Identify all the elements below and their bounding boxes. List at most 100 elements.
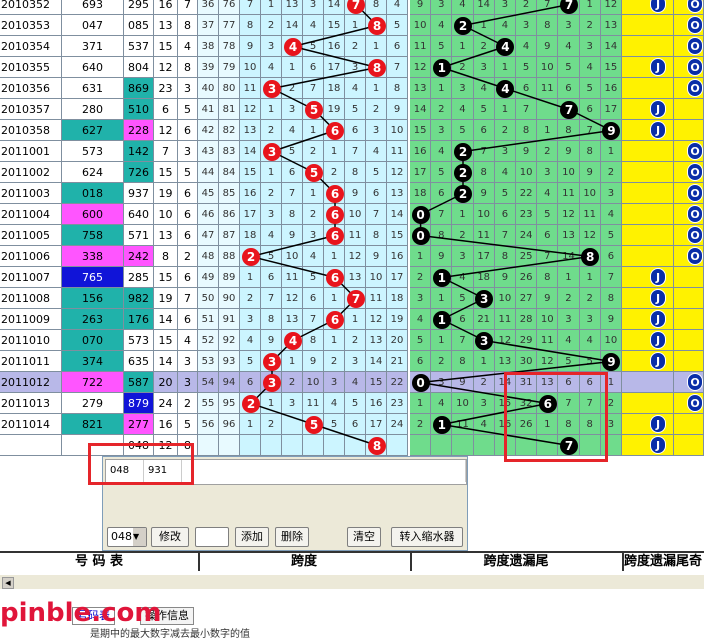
tail-miss-cell: 5 bbox=[579, 351, 601, 372]
span-miss-cell: 82 bbox=[219, 120, 240, 141]
even-cell bbox=[674, 351, 704, 372]
span-ball: 8 bbox=[368, 16, 386, 35]
tail-miss-cell: 2 bbox=[579, 15, 601, 36]
trial-number-cell: 085 bbox=[124, 15, 154, 36]
span-miss-cell: 2 bbox=[240, 288, 261, 309]
tail-miss-cell: 9 bbox=[516, 141, 538, 162]
span-miss-cell: 4 bbox=[303, 246, 324, 267]
tail-miss-cell: 10 bbox=[452, 393, 474, 414]
span-miss-cell: 4 bbox=[366, 141, 387, 162]
trial-number-cell: 295 bbox=[124, 0, 154, 15]
tail-miss-cell: 12 bbox=[537, 351, 559, 372]
tail-miss-cell: 7 bbox=[516, 99, 538, 120]
even-cell bbox=[674, 267, 704, 288]
span-miss-cell: 52 bbox=[198, 330, 219, 351]
tail-miss-cell: 3 bbox=[431, 372, 453, 393]
span-miss-cell: 6 bbox=[282, 162, 303, 183]
span-miss-cell: 41 bbox=[198, 99, 219, 120]
trial-number-cell: 573 bbox=[124, 330, 154, 351]
trial-cell-empty[interactable] bbox=[182, 460, 466, 482]
span-miss-cell: 7 bbox=[303, 309, 324, 330]
tail-ball: 9 bbox=[602, 352, 621, 371]
trial-input[interactable] bbox=[195, 527, 229, 547]
tail-miss-cell: 3 bbox=[431, 0, 453, 15]
tail-miss-cell: 1 bbox=[473, 15, 495, 36]
tail-miss-cell: 25 bbox=[516, 246, 538, 267]
span-miss-cell: 79 bbox=[219, 57, 240, 78]
tail-miss-cell: 6 bbox=[431, 183, 453, 204]
tail-miss-cell: 26 bbox=[516, 267, 538, 288]
span-value-cell: 5 bbox=[178, 162, 198, 183]
even-marker-icon: O bbox=[687, 247, 703, 265]
tail-miss-cell: 10 bbox=[473, 204, 495, 225]
period-cell: 2011004 bbox=[0, 204, 62, 225]
tail-miss-cell: 3 bbox=[452, 246, 474, 267]
span-miss-cell: 17 bbox=[366, 414, 387, 435]
span-miss-cell: 2 bbox=[261, 120, 282, 141]
span-miss-cell: 12 bbox=[387, 162, 408, 183]
tail-miss-cell: 2 bbox=[410, 414, 432, 435]
span-ball: 3 bbox=[263, 142, 281, 161]
sum-cell: 12 bbox=[154, 57, 178, 78]
sum-cell: 15 bbox=[154, 267, 178, 288]
tail-miss-cell: 1 bbox=[600, 141, 622, 162]
span-miss-cell: 4 bbox=[303, 15, 324, 36]
trial-number-cell: 277 bbox=[124, 414, 154, 435]
tail-ball: 2 bbox=[454, 142, 472, 161]
trial-select[interactable]: 048 ▼ bbox=[107, 527, 147, 547]
span-miss-cell: 1 bbox=[240, 414, 261, 435]
span-miss-cell: 88 bbox=[219, 246, 240, 267]
sum-cell: 13 bbox=[154, 15, 178, 36]
span-miss-cell: 1 bbox=[324, 246, 345, 267]
span-miss-cell: 2 bbox=[261, 183, 282, 204]
draw-number-cell: 765 bbox=[62, 267, 124, 288]
span-miss-cell: 50 bbox=[198, 288, 219, 309]
span-miss-cell: 76 bbox=[219, 0, 240, 15]
span-miss-cell: 6 bbox=[345, 414, 366, 435]
span-miss-cell: 7 bbox=[366, 204, 387, 225]
span-miss-cell: 6 bbox=[345, 120, 366, 141]
trial-number-cell: 982 bbox=[124, 288, 154, 309]
span-ball: 2 bbox=[242, 247, 260, 266]
odd-cell bbox=[622, 0, 674, 15]
span-miss-cell: 9 bbox=[240, 36, 261, 57]
span-miss-cell: 1 bbox=[345, 309, 366, 330]
import-button[interactable]: 转入缩水器 bbox=[391, 527, 463, 547]
span-miss-cell: 12 bbox=[366, 309, 387, 330]
span-miss-cell: 14 bbox=[366, 351, 387, 372]
tail-miss-cell: 12 bbox=[600, 0, 622, 15]
span-ball: 5 bbox=[305, 163, 323, 182]
span-miss-cell: 8 bbox=[387, 78, 408, 99]
tail-miss-cell: 5 bbox=[452, 120, 474, 141]
odd-marker-icon: J bbox=[650, 289, 666, 307]
modify-button[interactable]: 修改 bbox=[151, 527, 189, 547]
span-ball: 3 bbox=[263, 352, 281, 371]
span-miss-cell: 10 bbox=[282, 246, 303, 267]
tail-miss-cell: 9 bbox=[431, 246, 453, 267]
tail-ball: 9 bbox=[602, 121, 621, 140]
span-miss-cell: 13 bbox=[366, 330, 387, 351]
scroll-left-icon[interactable]: ◀ bbox=[2, 577, 14, 589]
odd-cell bbox=[622, 246, 674, 267]
add-button[interactable]: 添加 bbox=[235, 527, 269, 547]
clear-button[interactable]: 清空 bbox=[347, 527, 381, 547]
tail-miss-cell: 1 bbox=[452, 204, 474, 225]
span-miss-cell: 1 bbox=[240, 267, 261, 288]
horizontal-scrollbar[interactable]: ◀ bbox=[0, 575, 704, 590]
delete-button[interactable]: 删除 bbox=[275, 527, 309, 547]
draw-number-cell: 070 bbox=[62, 330, 124, 351]
span-miss-cell: 84 bbox=[219, 162, 240, 183]
section-footer: 号 码 表 跨度 跨度遗漏尾 跨度遗漏尾奇 bbox=[0, 551, 704, 577]
tail-miss-cell: 4 bbox=[558, 36, 580, 57]
span-miss-cell: 10 bbox=[303, 372, 324, 393]
span-ball: 3 bbox=[263, 79, 281, 98]
tail-miss-cell: 4 bbox=[600, 204, 622, 225]
tail-miss-cell: 6 bbox=[410, 351, 432, 372]
even-cell bbox=[674, 99, 704, 120]
chevron-down-icon[interactable]: ▼ bbox=[133, 528, 146, 546]
even-marker-icon: O bbox=[687, 16, 703, 34]
span-miss-cell: 2 bbox=[324, 351, 345, 372]
tail-miss-cell: 3 bbox=[558, 309, 580, 330]
span-miss-cell: 95 bbox=[219, 393, 240, 414]
sum-cell: 16 bbox=[154, 0, 178, 15]
